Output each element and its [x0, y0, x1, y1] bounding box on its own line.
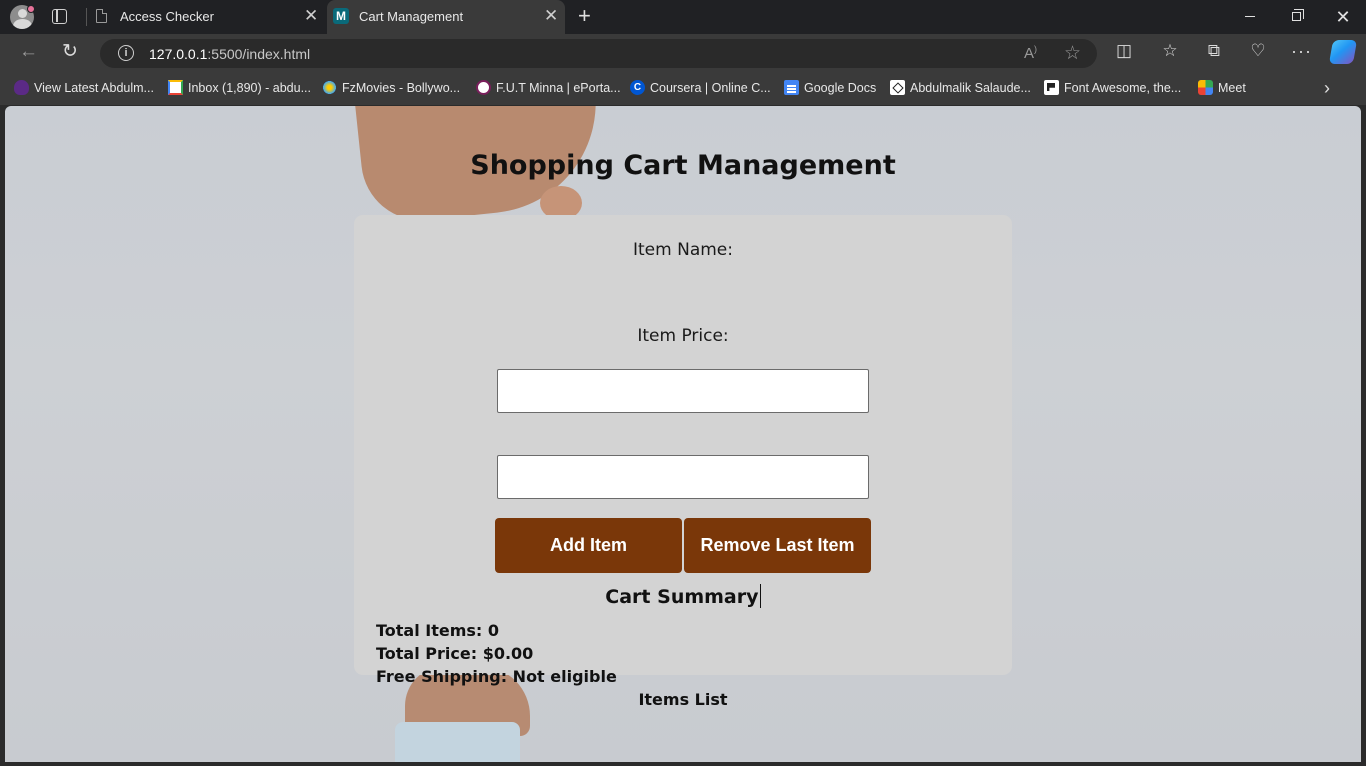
- tab-title: Cart Management: [359, 9, 464, 24]
- cart-summary-heading: Cart Summary: [354, 584, 1012, 608]
- collections-icon[interactable]: ⧉: [1204, 41, 1224, 61]
- cart-card: Item Name: Item Price: Add Item Remove L…: [354, 215, 1012, 709]
- minimize-button[interactable]: [1227, 0, 1273, 34]
- total-price: Total Price: $0.00: [376, 644, 534, 663]
- add-item-button[interactable]: Add Item: [495, 518, 682, 573]
- item-name-input[interactable]: [497, 369, 869, 413]
- restore-icon: [1292, 9, 1304, 21]
- profile-shoulders: [13, 19, 32, 29]
- fontawesome-icon: [1044, 80, 1059, 95]
- bookmark-label: Inbox (1,890) - abdu...: [188, 81, 311, 95]
- close-icon[interactable]: ✕: [304, 7, 318, 25]
- bookmark-label: View Latest Abdulm...: [34, 81, 154, 95]
- bookmark-label: Meet: [1218, 81, 1246, 95]
- url-host: 127.0.0.1: [149, 46, 208, 62]
- free-shipping-status: Free Shipping: Not eligible: [376, 667, 617, 686]
- favorite-star-icon[interactable]: ☆: [1064, 42, 1081, 65]
- bookmark-label: Font Awesome, the...: [1064, 81, 1182, 95]
- gmail-icon: [168, 80, 183, 95]
- browser-essentials-icon[interactable]: ♡: [1248, 41, 1268, 61]
- address-bar[interactable]: i 127.0.0.1:5500/index.html A) ☆: [100, 39, 1097, 68]
- codepen-icon: [890, 80, 905, 95]
- window-close-button[interactable]: ✕: [1320, 0, 1366, 34]
- new-tab-plus-icon[interactable]: +: [578, 4, 591, 28]
- cart-summary-title: Cart Summary: [605, 586, 759, 608]
- bookmark-label: F.U.T Minna | ePorta...: [496, 81, 621, 95]
- item-price-label: Item Price:: [637, 326, 729, 346]
- bookmark-label: FzMovies - Bollywo...: [342, 81, 461, 95]
- docs-icon: [784, 80, 799, 95]
- back-arrow-icon[interactable]: ←: [19, 42, 38, 62]
- coursera-icon: C: [630, 80, 645, 95]
- favorites-icon[interactable]: ☆: [1160, 41, 1180, 61]
- item-price-input[interactable]: [497, 455, 869, 499]
- meet-icon: [1198, 80, 1213, 95]
- fzmovies-icon: [322, 80, 337, 95]
- profile-head: [18, 9, 27, 18]
- more-options-icon[interactable]: ···: [1291, 41, 1311, 61]
- hand-sleeve: [395, 722, 520, 762]
- url-text[interactable]: 127.0.0.1:5500/index.html: [149, 46, 310, 62]
- tab-strip: Access Checker ✕ M Cart Management ✕ + ✕: [0, 0, 1366, 34]
- url-path: :5500/index.html: [207, 46, 311, 62]
- item-name-label: Item Name:: [633, 240, 733, 260]
- tab-actions-icon[interactable]: [52, 9, 67, 24]
- copilot-icon[interactable]: [1328, 40, 1358, 64]
- close-icon[interactable]: ✕: [544, 7, 558, 25]
- page-title: Shopping Cart Management: [470, 150, 896, 181]
- split-screen-icon[interactable]: ◫: [1114, 41, 1134, 61]
- profile-notification-dot: [27, 5, 35, 13]
- navigation-toolbar: ← ↻ i 127.0.0.1:5500/index.html A) ☆ ◫ ☆…: [0, 34, 1366, 72]
- bookmark-label: Google Docs: [804, 81, 877, 95]
- remove-last-item-button[interactable]: Remove Last Item: [684, 518, 871, 573]
- page-viewport: Shopping Cart Management Item Name: Item…: [5, 106, 1361, 762]
- va-icon: [14, 80, 29, 95]
- chevron-right-icon[interactable]: ›: [1324, 78, 1330, 99]
- page-icon: [96, 9, 107, 23]
- bookmarks-bar: View Latest Abdulm... Inbox (1,890) - ab…: [0, 72, 1366, 105]
- read-aloud-icon[interactable]: A): [1024, 44, 1037, 62]
- fut-icon: [476, 80, 491, 95]
- window-bottom-edge: [0, 762, 1366, 766]
- text-caret: [759, 584, 761, 608]
- items-list-title: Items List: [638, 690, 728, 709]
- m-site-icon: M: [333, 8, 349, 24]
- minimize-icon: [1245, 16, 1255, 18]
- tab-cart-management[interactable]: M Cart Management ✕: [327, 0, 565, 34]
- tab-title: Access Checker: [120, 9, 214, 24]
- tab-separator: [86, 8, 87, 26]
- bookmark-label: Abdulmalik Salaude...: [910, 81, 1031, 95]
- reload-icon[interactable]: ↻: [62, 42, 78, 62]
- site-info-icon[interactable]: i: [118, 45, 134, 61]
- bookmark-label: Coursera | Online C...: [650, 81, 771, 95]
- tab-access-checker[interactable]: Access Checker ✕: [88, 0, 326, 34]
- total-items: Total Items: 0: [376, 621, 500, 640]
- restore-button[interactable]: [1273, 0, 1319, 34]
